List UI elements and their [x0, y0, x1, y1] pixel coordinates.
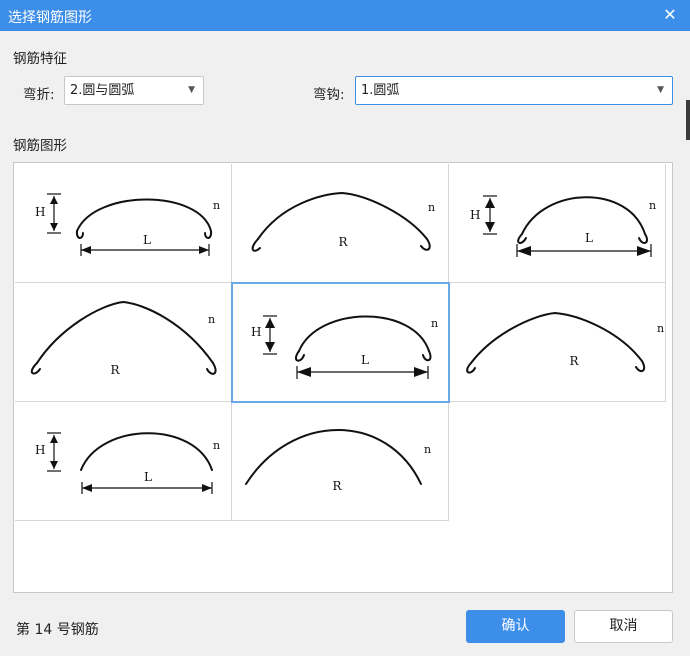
height-dimension — [47, 432, 61, 472]
rebar-shape-3 — [517, 196, 649, 244]
length-dimension — [516, 244, 652, 257]
close-icon[interactable]: ✕ — [660, 5, 680, 25]
count-label: n — [657, 322, 664, 335]
height-dimension — [263, 315, 277, 355]
shapes-section-label: 钢筋图形 — [13, 138, 67, 154]
features-section-label: 钢筋特征 — [13, 51, 67, 67]
chevron-down-icon: ▼ — [188, 85, 195, 95]
hook-select-value: 1.圆弧 — [361, 83, 400, 98]
rebar-shape-4 — [30, 300, 217, 375]
shape-cell-7[interactable]: H L n — [15, 402, 232, 521]
rebar-shape-6 — [466, 311, 646, 374]
radius-label: R — [569, 354, 579, 368]
bend-select[interactable]: 2.圆与圆弧 ▼ — [64, 76, 204, 105]
length-label: L — [361, 353, 369, 367]
height-label: H — [470, 208, 480, 222]
count-label: n — [424, 443, 431, 456]
shape-cell-5[interactable]: H L n — [231, 282, 450, 403]
confirm-button[interactable]: 确认 — [466, 610, 565, 643]
height-label: H — [35, 205, 45, 219]
shape-cell-3[interactable]: H L n — [449, 164, 666, 283]
length-dimension — [296, 366, 429, 379]
shape-cell-2[interactable]: R n — [232, 164, 449, 283]
count-label: n — [649, 199, 656, 212]
rebar-shape-7 — [80, 432, 213, 471]
radius-label: R — [110, 363, 120, 377]
hook-label: 弯钩: — [313, 87, 345, 103]
shape-cell-8[interactable]: R n — [232, 402, 449, 521]
window-edge — [686, 100, 690, 140]
shape-cell-6[interactable]: R n — [449, 283, 666, 402]
title-bar: 选择钢筋图形 ✕ — [0, 0, 690, 31]
hook-select[interactable]: 1.圆弧 ▼ — [355, 76, 673, 105]
window-title: 选择钢筋图形 — [8, 10, 92, 26]
bend-select-value: 2.圆与圆弧 — [70, 83, 135, 98]
radius-label: R — [338, 235, 348, 249]
height-dimension — [483, 195, 497, 235]
count-label: n — [431, 317, 438, 330]
length-label: L — [144, 470, 152, 484]
count-label: n — [213, 199, 220, 212]
length-label: L — [143, 233, 151, 247]
shape-cell-4[interactable]: R n — [15, 283, 232, 402]
cancel-button[interactable]: 取消 — [574, 610, 673, 643]
bend-label: 弯折: — [23, 87, 55, 103]
rebar-shape-8 — [245, 429, 422, 485]
status-text: 第 14 号钢筋 — [16, 622, 99, 638]
count-label: n — [208, 313, 215, 326]
chevron-down-icon: ▼ — [657, 85, 664, 95]
height-label: H — [35, 443, 45, 457]
count-label: n — [428, 201, 435, 214]
radius-label: R — [332, 479, 342, 493]
height-label: H — [251, 325, 261, 339]
shape-cell-1[interactable]: H L n — [15, 164, 232, 283]
count-label: n — [213, 439, 220, 452]
shape-grid-panel: H L n R n H L n R n H L n R n H L n R n — [13, 162, 673, 593]
length-label: L — [585, 231, 593, 245]
height-dimension — [47, 193, 61, 234]
